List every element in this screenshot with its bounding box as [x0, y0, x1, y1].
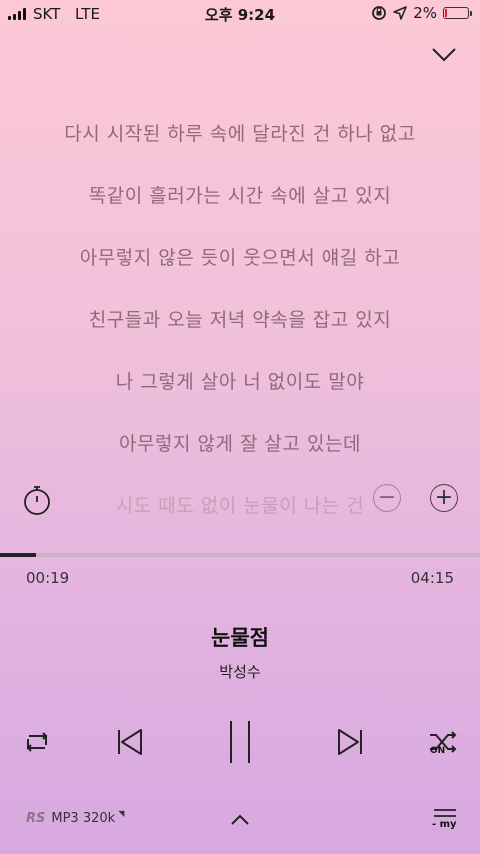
pause-icon[interactable]: [226, 719, 254, 765]
lyric-line: 똑같이 흘러가는 시간 속에 살고 있지: [88, 185, 392, 207]
repeat-icon[interactable]: [22, 727, 52, 757]
skip-next-icon[interactable]: [334, 726, 366, 758]
lyric-line: 아무렇지 않은 듯이 웃으면서 얘길 하고: [79, 247, 401, 269]
lyrics-panel[interactable]: 다시 시작된 하루 속에 달라진 건 하나 없고 똑같이 흘러가는 시간 속에 …: [0, 112, 480, 546]
progress-fill: [0, 553, 36, 557]
dropdown-corner-icon: ◥: [118, 809, 125, 818]
location-arrow-icon: [393, 6, 408, 20]
skip-previous-icon[interactable]: [114, 726, 146, 758]
battery-icon: [443, 7, 469, 19]
minus-circle-icon[interactable]: −: [373, 484, 401, 512]
stopwatch-icon[interactable]: [22, 484, 52, 516]
elapsed-time: 00:19: [26, 569, 70, 587]
orientation-lock-icon: [372, 6, 387, 20]
chevron-up-icon[interactable]: [228, 810, 252, 830]
shuffle-state-label: ON: [430, 746, 446, 756]
lyric-line: 다시 시작된 하루 속에 달라진 건 하나 없고: [64, 123, 416, 145]
status-bar: SKT LTE 오후 9:24 2%: [0, 0, 480, 28]
rs-badge: RS: [26, 811, 46, 826]
battery-tip: [470, 10, 472, 16]
song-artist[interactable]: 박성수: [0, 661, 480, 682]
playlist-label: - my: [432, 819, 457, 830]
progress-bar[interactable]: [0, 553, 480, 557]
total-time: 04:15: [410, 569, 454, 587]
battery-level: [445, 9, 447, 17]
lyric-line: 아무렇지 않게 잘 살고 있는데: [119, 433, 361, 455]
lyric-line: 시도 때도 없이 눈물이 나는 건: [115, 495, 365, 517]
lyric-line: 친구들과 오늘 저녁 약속을 잡고 있지: [88, 309, 392, 331]
audio-quality-selector[interactable]: RS MP3 320k ◥: [26, 809, 125, 826]
chevron-down-icon[interactable]: [430, 40, 458, 68]
audio-quality-label: MP3 320k: [51, 811, 116, 826]
battery-percent: 2%: [413, 4, 437, 22]
plus-circle-icon[interactable]: +: [430, 484, 458, 512]
lyric-line: 나 그렇게 살아 너 없이도 말야: [115, 371, 365, 393]
song-title: 눈물점: [211, 626, 269, 650]
